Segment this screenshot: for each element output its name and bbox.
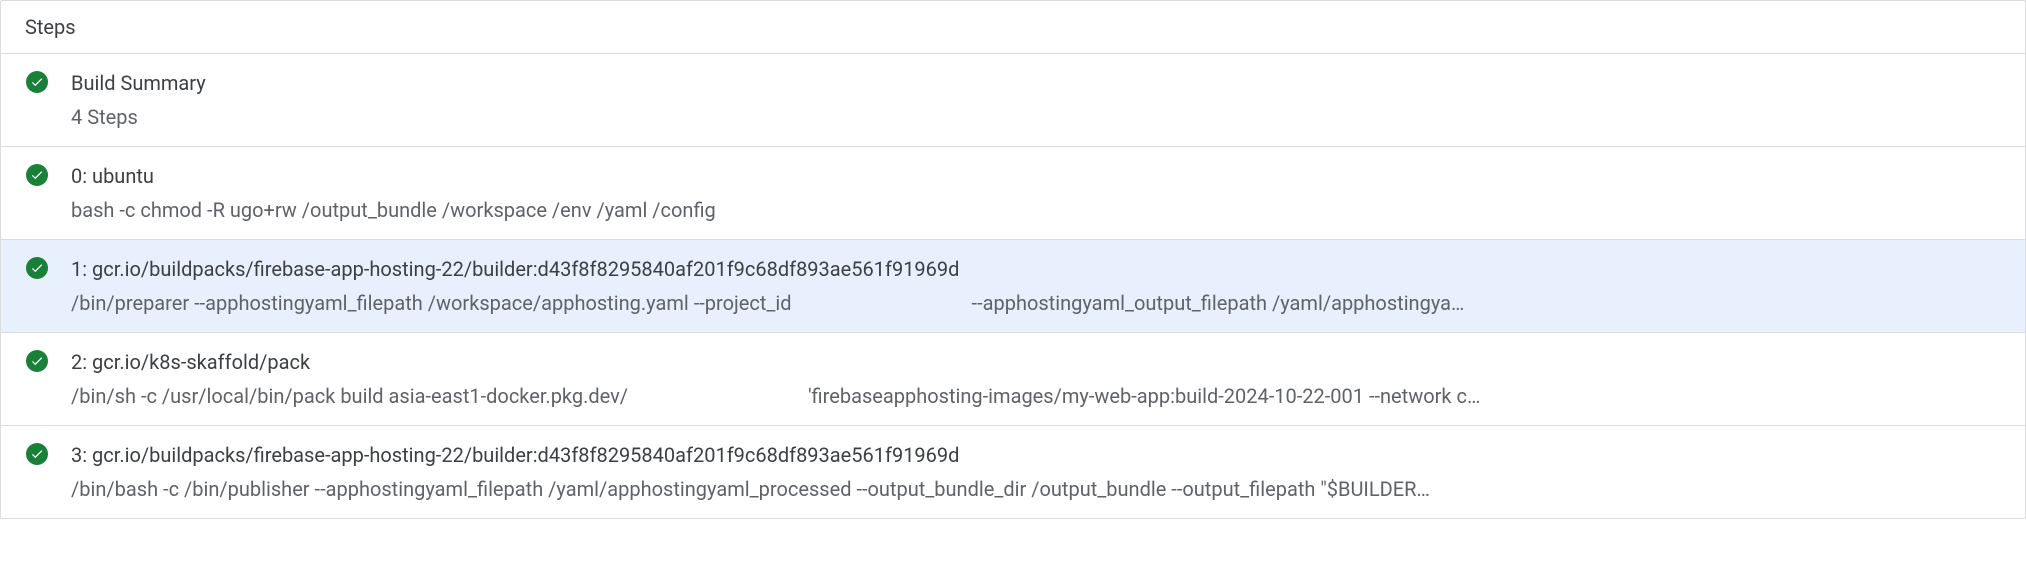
step-content: 2: gcr.io/k8s-skaffold/pack /bin/sh -c /…: [71, 347, 2001, 411]
step-subtitle: /bin/preparer --apphostingyaml_filepath …: [71, 288, 2001, 318]
build-summary-title: Build Summary: [71, 68, 2001, 98]
step-subtitle-part1: /bin/sh -c /usr/local/bin/pack build asi…: [71, 384, 628, 408]
success-icon: [25, 349, 49, 373]
success-icon: [25, 256, 49, 280]
success-icon: [25, 442, 49, 466]
step-row-2[interactable]: 2: gcr.io/k8s-skaffold/pack /bin/sh -c /…: [1, 333, 2025, 426]
step-subtitle-part1: /bin/preparer --apphostingyaml_filepath …: [71, 291, 792, 315]
step-row-3[interactable]: 3: gcr.io/buildpacks/firebase-app-hostin…: [1, 426, 2025, 518]
step-content: 0: ubuntu bash -c chmod -R ugo+rw /outpu…: [71, 161, 2001, 225]
step-subtitle-part2: --apphostingyaml_output_filepath /yaml/a…: [972, 291, 1465, 315]
step-subtitle: bash -c chmod -R ugo+rw /output_bundle /…: [71, 195, 2001, 225]
steps-header: Steps: [1, 1, 2025, 54]
step-title: 0: ubuntu: [71, 161, 2001, 191]
step-subtitle: /bin/sh -c /usr/local/bin/pack build asi…: [71, 381, 2001, 411]
step-title: 3: gcr.io/buildpacks/firebase-app-hostin…: [71, 440, 2001, 470]
steps-header-title: Steps: [25, 15, 76, 39]
build-summary-content: Build Summary 4 Steps: [71, 68, 2001, 132]
step-content: 1: gcr.io/buildpacks/firebase-app-hostin…: [71, 254, 2001, 318]
steps-panel: Steps Build Summary 4 Steps 0: ubuntu ba…: [0, 0, 2026, 519]
step-subtitle-part2: 'firebaseapphosting-images/my-web-app:bu…: [808, 384, 1480, 408]
step-subtitle: /bin/bash -c /bin/publisher --apphosting…: [71, 474, 2001, 504]
build-summary-subtitle: 4 Steps: [71, 102, 2001, 132]
step-title: 1: gcr.io/buildpacks/firebase-app-hostin…: [71, 254, 2001, 284]
step-title: 2: gcr.io/k8s-skaffold/pack: [71, 347, 2001, 377]
success-icon: [25, 163, 49, 187]
step-row-1[interactable]: 1: gcr.io/buildpacks/firebase-app-hostin…: [1, 240, 2025, 333]
build-summary-row[interactable]: Build Summary 4 Steps: [1, 54, 2025, 147]
step-content: 3: gcr.io/buildpacks/firebase-app-hostin…: [71, 440, 2001, 504]
success-icon: [25, 70, 49, 94]
step-row-0[interactable]: 0: ubuntu bash -c chmod -R ugo+rw /outpu…: [1, 147, 2025, 240]
